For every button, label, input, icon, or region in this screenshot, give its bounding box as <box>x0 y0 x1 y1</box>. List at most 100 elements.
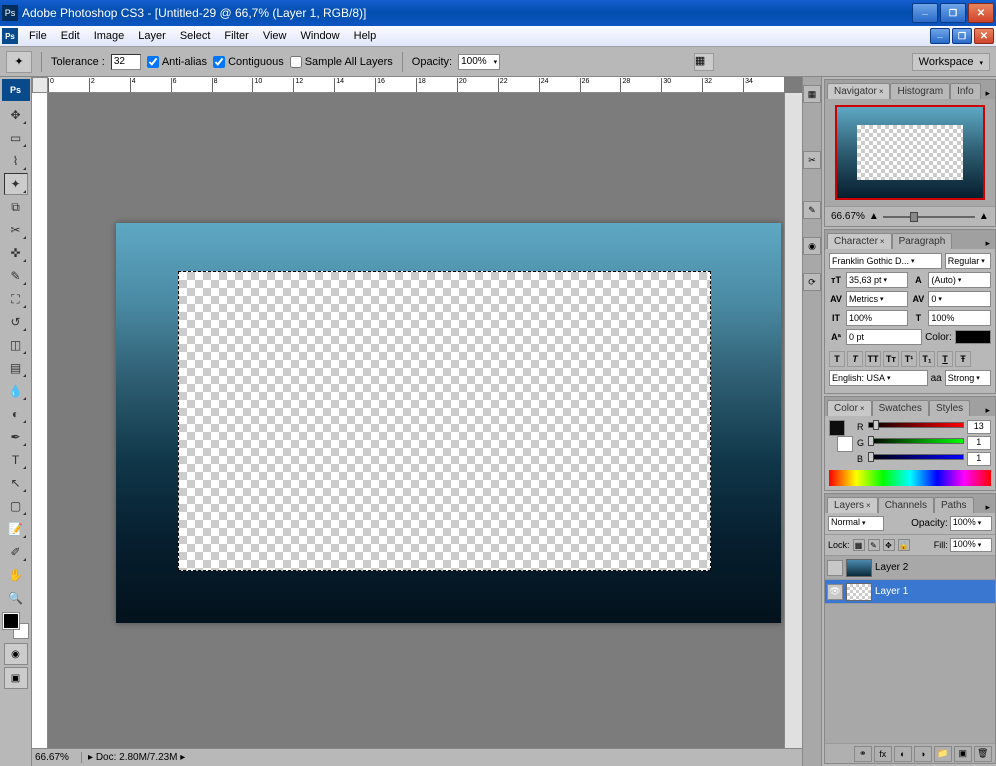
zoom-out-icon[interactable]: ▲ <box>869 211 879 222</box>
menu-file[interactable]: File <box>22 27 54 45</box>
path-tool[interactable]: ↖ <box>4 472 28 494</box>
layer-group-icon[interactable]: 📁 <box>934 746 952 762</box>
r-slider[interactable] <box>868 422 964 432</box>
fill-input[interactable]: 100% <box>950 538 992 552</box>
heal-tool[interactable]: ✜ <box>4 242 28 264</box>
tab-histogram[interactable]: Histogram <box>890 83 950 99</box>
crop-tool[interactable]: ⧉ <box>4 196 28 218</box>
dodge-tool[interactable]: ◐ <box>4 403 28 425</box>
underline-button[interactable]: T <box>937 351 953 367</box>
menu-window[interactable]: Window <box>294 27 347 45</box>
color-menu-icon[interactable]: ▸ <box>981 405 995 416</box>
tracking-input[interactable]: 0 <box>928 291 990 307</box>
zoom-slider[interactable] <box>883 216 975 218</box>
lock-all-icon[interactable]: 🔒 <box>898 539 910 551</box>
allcaps-button[interactable]: TT <box>865 351 881 367</box>
antialias-select[interactable]: Strong <box>945 370 991 386</box>
subscript-button[interactable]: T₁ <box>919 351 935 367</box>
slice-tool[interactable]: ✂ <box>4 219 28 241</box>
sample-all-checkbox[interactable]: Sample All Layers <box>290 56 393 68</box>
lasso-tool[interactable]: ⌇ <box>4 150 28 172</box>
tab-info[interactable]: Info <box>950 83 981 99</box>
delete-layer-icon[interactable]: 🗑 <box>974 746 992 762</box>
dock-icon-4[interactable]: ◉ <box>803 237 821 255</box>
close-button[interactable] <box>968 3 994 23</box>
visibility-toggle[interactable]: 👁 <box>827 584 843 600</box>
g-value[interactable]: 1 <box>967 436 991 450</box>
blur-tool[interactable]: 💧 <box>4 380 28 402</box>
stamp-tool[interactable]: ⛶ <box>4 288 28 310</box>
layer-row[interactable]: 👁 Layer 1 <box>825 580 995 604</box>
hand-tool[interactable]: ✋ <box>4 564 28 586</box>
history-brush-tool[interactable]: ↺ <box>4 311 28 333</box>
contiguous-checkbox[interactable]: Contiguous <box>213 56 284 68</box>
ruler-vertical[interactable] <box>32 93 48 748</box>
new-layer-icon[interactable]: ▣ <box>954 746 972 762</box>
r-value[interactable]: 13 <box>967 420 991 434</box>
eraser-tool[interactable]: ◫ <box>4 334 28 356</box>
layer-opacity-input[interactable]: 100% <box>950 516 992 531</box>
eyedropper-tool[interactable]: ✐ <box>4 541 28 563</box>
move-tool[interactable]: ✥ <box>4 104 28 126</box>
tab-layers[interactable]: Layers× <box>827 497 878 513</box>
quickmask-button[interactable]: ◉ <box>4 643 28 665</box>
ruler-horizontal[interactable]: 0246810121416182022242628303234 <box>48 77 784 93</box>
minimize-button[interactable] <box>912 3 938 23</box>
dock-icon-5[interactable]: ⟳ <box>803 273 821 291</box>
navigator-thumbnail[interactable] <box>835 105 985 200</box>
tab-navigator[interactable]: Navigator× <box>827 83 890 99</box>
bold-button[interactable]: T <box>829 351 845 367</box>
g-slider[interactable] <box>868 438 964 448</box>
bridge-icon[interactable]: ▦ <box>694 53 714 71</box>
tolerance-input[interactable] <box>111 54 141 70</box>
lock-paint-icon[interactable]: ✎ <box>868 539 880 551</box>
layer-name[interactable]: Layer 1 <box>875 586 908 597</box>
tab-swatches[interactable]: Swatches <box>872 400 929 416</box>
doc-restore-button[interactable] <box>952 28 972 44</box>
menu-select[interactable]: Select <box>173 27 218 45</box>
leading-input[interactable]: (Auto) <box>928 272 990 288</box>
b-slider[interactable] <box>868 454 964 464</box>
kerning-input[interactable]: Metrics <box>846 291 908 307</box>
b-value[interactable]: 1 <box>967 452 991 466</box>
lock-position-icon[interactable]: ✥ <box>883 539 895 551</box>
brush-tool[interactable]: ✎ <box>4 265 28 287</box>
smallcaps-button[interactable]: Tт <box>883 351 899 367</box>
navigator-zoom[interactable]: 66.67% <box>831 211 865 222</box>
vertical-scrollbar[interactable] <box>784 93 802 748</box>
ruler-origin[interactable] <box>32 77 48 93</box>
wand-tool-icon[interactable]: ✦ <box>6 51 32 73</box>
doc-close-button[interactable] <box>974 28 994 44</box>
canvas[interactable] <box>116 223 781 623</box>
language-select[interactable]: English: USA <box>829 370 928 386</box>
layer-mask-icon[interactable]: ◐ <box>894 746 912 762</box>
foreground-color[interactable] <box>3 613 19 629</box>
blend-mode-select[interactable]: Normal <box>828 516 884 531</box>
menu-edit[interactable]: Edit <box>54 27 87 45</box>
doc-info[interactable]: ▸ Doc: 2.80M/7.23M ▸ <box>82 752 191 763</box>
menu-layer[interactable]: Layer <box>131 27 173 45</box>
tab-paths[interactable]: Paths <box>934 497 974 513</box>
zoom-tool[interactable]: 🔍 <box>4 587 28 609</box>
hscale-input[interactable]: 100% <box>928 310 990 326</box>
pen-tool[interactable]: ✒ <box>4 426 28 448</box>
tab-color[interactable]: Color× <box>827 400 872 416</box>
document-window[interactable] <box>48 93 784 748</box>
wand-tool[interactable]: ✦ <box>4 173 28 195</box>
marquee-tool[interactable]: ▭ <box>4 127 28 149</box>
italic-button[interactable]: T <box>847 351 863 367</box>
notes-tool[interactable]: 📝 <box>4 518 28 540</box>
layer-thumbnail[interactable] <box>846 559 872 577</box>
dock-icon-1[interactable]: ▦ <box>803 85 821 103</box>
layer-row[interactable]: Layer 2 <box>825 556 995 580</box>
layer-thumbnail[interactable] <box>846 583 872 601</box>
antialias-checkbox[interactable]: Anti-alias <box>147 56 207 68</box>
superscript-button[interactable]: T¹ <box>901 351 917 367</box>
visibility-toggle[interactable] <box>827 560 843 576</box>
menu-filter[interactable]: Filter <box>217 27 255 45</box>
tab-character[interactable]: Character× <box>827 233 892 249</box>
maximize-button[interactable] <box>940 3 966 23</box>
shape-tool[interactable]: ▢ <box>4 495 28 517</box>
menu-image[interactable]: Image <box>87 27 132 45</box>
menu-help[interactable]: Help <box>347 27 384 45</box>
